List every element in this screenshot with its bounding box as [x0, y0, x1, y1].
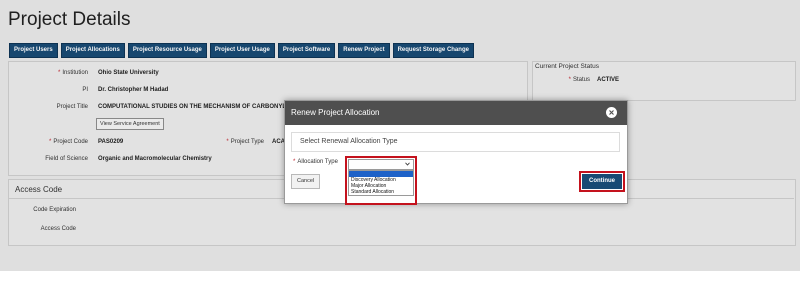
chevron-down-icon: [405, 162, 410, 166]
close-icon[interactable]: [606, 107, 617, 118]
allocation-type-select[interactable]: [348, 159, 414, 170]
allocation-type-options: Discovery Allocation Major Allocation St…: [348, 170, 414, 196]
dialog-title: Renew Project Allocation: [291, 108, 380, 117]
renew-allocation-dialog: Renew Project Allocation Select Renewal …: [284, 100, 628, 205]
allocation-type-highlight: Discovery Allocation Major Allocation St…: [345, 156, 417, 205]
option-standard-allocation[interactable]: Standard Allocation: [349, 189, 413, 195]
renewal-type-heading: Select Renewal Allocation Type: [300, 138, 398, 145]
allocation-type-label: * Allocation Type: [293, 159, 338, 165]
dialog-header: Renew Project Allocation: [285, 101, 627, 125]
cancel-button[interactable]: Cancel: [291, 174, 321, 189]
renewal-type-section: Select Renewal Allocation Type: [291, 132, 620, 152]
continue-highlight: Continue: [579, 171, 625, 192]
continue-button[interactable]: Continue: [582, 174, 622, 189]
required-marker: *: [293, 159, 296, 165]
